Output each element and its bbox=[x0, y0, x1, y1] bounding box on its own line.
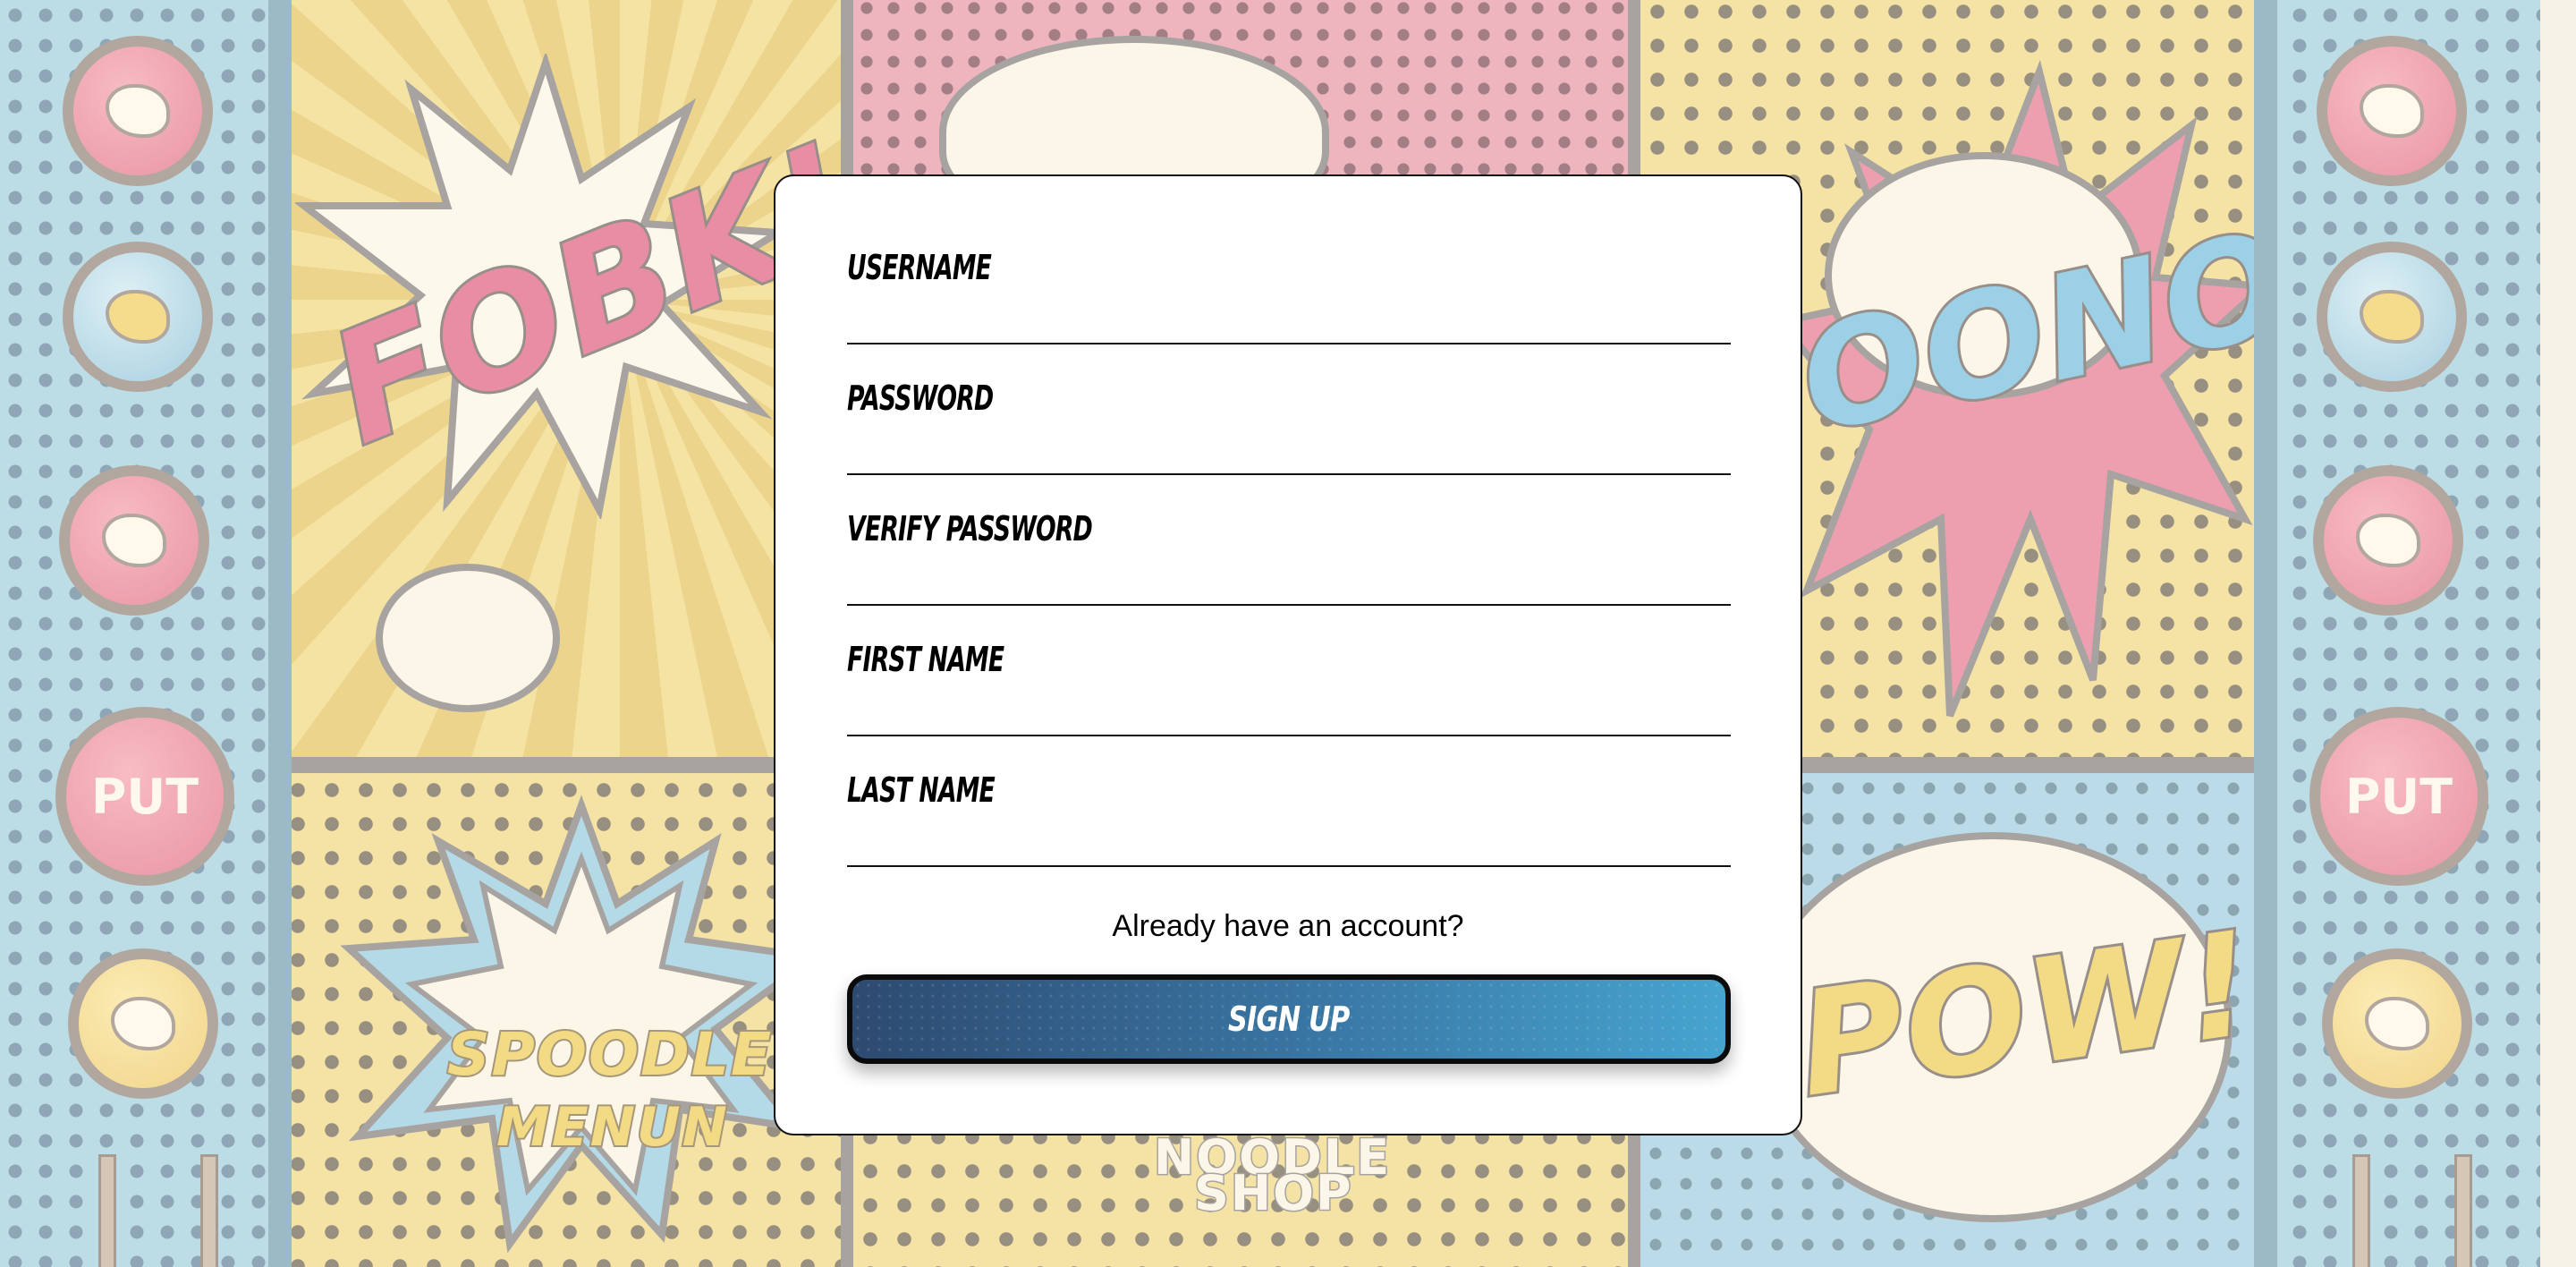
password-label: PASSWORD bbox=[847, 378, 994, 418]
signup-button[interactable]: SIGN UP bbox=[847, 974, 1731, 1064]
verify-password-input[interactable] bbox=[847, 561, 1731, 606]
verify-password-field-group: VERIFY PASSWORD bbox=[847, 509, 1731, 640]
first-name-field-group: FIRST NAME bbox=[847, 640, 1731, 770]
username-label: USERNAME bbox=[847, 248, 992, 287]
verify-password-label: VERIFY PASSWORD bbox=[847, 509, 1093, 548]
username-field-group: USERNAME bbox=[847, 248, 1731, 378]
username-input[interactable] bbox=[847, 300, 1731, 344]
signup-card: USERNAME PASSWORD VERIFY PASSWORD FIRST … bbox=[774, 174, 1802, 1135]
signup-button-label: SIGN UP bbox=[1228, 999, 1350, 1039]
first-name-input[interactable] bbox=[847, 692, 1731, 736]
last-name-label: LAST NAME bbox=[847, 770, 996, 810]
password-input[interactable] bbox=[847, 430, 1731, 475]
login-link[interactable]: Already have an account? bbox=[847, 908, 1729, 944]
last-name-field-group: LAST NAME bbox=[847, 770, 1731, 901]
password-field-group: PASSWORD bbox=[847, 378, 1731, 509]
first-name-label: FIRST NAME bbox=[847, 640, 1004, 679]
last-name-input[interactable] bbox=[847, 822, 1731, 867]
